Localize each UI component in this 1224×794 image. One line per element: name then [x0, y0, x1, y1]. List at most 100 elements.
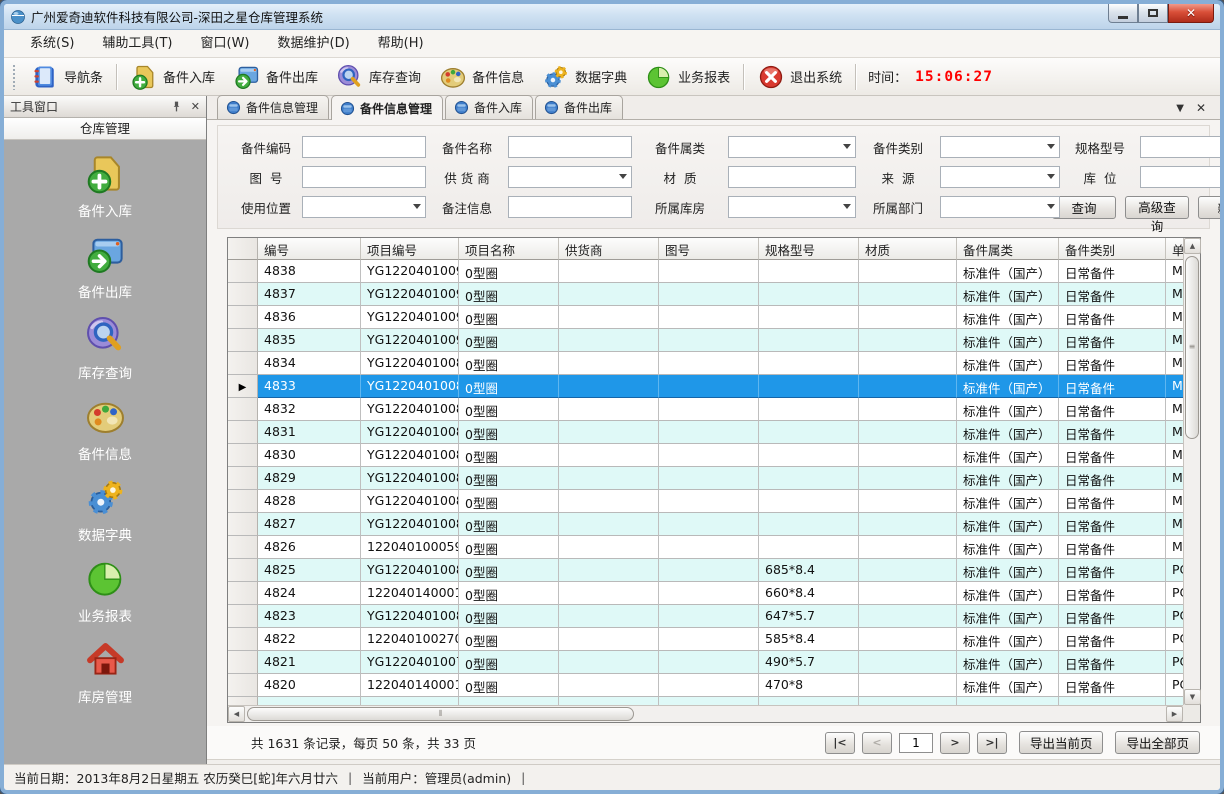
- table-cell[interactable]: [859, 605, 957, 628]
- sidebar-item[interactable]: 数据字典: [78, 476, 132, 544]
- sidebar-item[interactable]: 备件入库: [78, 152, 132, 220]
- table-cell[interactable]: 4832: [258, 398, 361, 421]
- table-row[interactable]: 482212204010027000型圈585*8.4标准件（国产）日常备件PC: [228, 628, 1183, 651]
- table-cell[interactable]: PC: [1166, 605, 1183, 628]
- table-cell[interactable]: 0型圈: [459, 398, 559, 421]
- maximize-button[interactable]: [1138, 4, 1168, 23]
- table-cell[interactable]: [559, 582, 659, 605]
- table-row[interactable]: 482412204014000120型圈660*8.4标准件（国产）日常备件PC: [228, 582, 1183, 605]
- table-cell[interactable]: M: [1166, 375, 1183, 398]
- table-cell[interactable]: [559, 628, 659, 651]
- table-cell[interactable]: 0型圈: [459, 536, 559, 559]
- table-cell[interactable]: 日常备件: [1059, 283, 1166, 306]
- table-cell[interactable]: [759, 513, 859, 536]
- table-cell[interactable]: 日常备件: [1059, 398, 1166, 421]
- row-selector[interactable]: [228, 283, 258, 306]
- column-header[interactable]: 备件类别: [1059, 238, 1166, 260]
- search-select[interactable]: [302, 196, 426, 218]
- table-cell[interactable]: 标准件（国产）: [957, 306, 1059, 329]
- horizontal-scrollbar[interactable]: ◀ ⦀ ▶: [228, 705, 1183, 722]
- tab[interactable]: 备件入库: [445, 95, 533, 119]
- table-cell[interactable]: [559, 352, 659, 375]
- table-cell[interactable]: YG12204010085: [361, 444, 459, 467]
- table-cell[interactable]: 标准件（国产）: [957, 605, 1059, 628]
- table-cell[interactable]: [659, 352, 759, 375]
- table-cell[interactable]: 0型圈: [459, 674, 559, 697]
- search-input[interactable]: [508, 196, 632, 218]
- table-cell[interactable]: YG12204010083: [361, 490, 459, 513]
- table-cell[interactable]: 日常备件: [1059, 375, 1166, 398]
- table-cell[interactable]: [759, 536, 859, 559]
- table-cell[interactable]: M: [1166, 467, 1183, 490]
- table-cell[interactable]: YG12204010084: [361, 467, 459, 490]
- table-cell[interactable]: YG12204010082: [361, 513, 459, 536]
- advanced-query-button[interactable]: 高级查询: [1125, 196, 1189, 219]
- table-cell[interactable]: 4834: [258, 352, 361, 375]
- tab[interactable]: 备件信息管理: [217, 95, 329, 119]
- table-cell[interactable]: YG12204010079: [361, 651, 459, 674]
- sidebar-close-icon[interactable]: ✕: [191, 100, 200, 113]
- table-row[interactable]: 4838YG122040100930型圈标准件（国产）日常备件M: [228, 260, 1183, 283]
- table-cell[interactable]: YG12204010086: [361, 421, 459, 444]
- table-cell[interactable]: [859, 306, 957, 329]
- table-cell[interactable]: 0型圈: [459, 628, 559, 651]
- row-selector[interactable]: [228, 306, 258, 329]
- table-cell[interactable]: 标准件（国产）: [957, 628, 1059, 651]
- row-selector[interactable]: [228, 490, 258, 513]
- table-cell[interactable]: 日常备件: [1059, 674, 1166, 697]
- toolbar-grip-icon[interactable]: [12, 64, 17, 90]
- table-cell[interactable]: [859, 329, 957, 352]
- table-cell[interactable]: 标准件（国产）: [957, 467, 1059, 490]
- table-cell[interactable]: 标准件（国产）: [957, 260, 1059, 283]
- table-cell[interactable]: [659, 375, 759, 398]
- table-cell[interactable]: 4829: [258, 467, 361, 490]
- table-cell[interactable]: [559, 605, 659, 628]
- table-cell[interactable]: 4822: [258, 628, 361, 651]
- table-cell[interactable]: [759, 329, 859, 352]
- table-row[interactable]: 4827YG122040100820型圈标准件（国产）日常备件M: [228, 513, 1183, 536]
- toolbar-button[interactable]: 库存查询: [327, 60, 430, 94]
- table-cell[interactable]: 日常备件: [1059, 306, 1166, 329]
- table-cell[interactable]: 日常备件: [1059, 651, 1166, 674]
- table-cell[interactable]: PC: [1166, 582, 1183, 605]
- table-cell[interactable]: 日常备件: [1059, 513, 1166, 536]
- table-cell[interactable]: PC: [1166, 674, 1183, 697]
- table-cell[interactable]: 0型圈: [459, 490, 559, 513]
- table-cell[interactable]: 标准件（国产）: [957, 559, 1059, 582]
- table-cell[interactable]: 标准件（国产）: [957, 490, 1059, 513]
- table-row[interactable]: 4830YG122040100850型圈标准件（国产）日常备件M: [228, 444, 1183, 467]
- table-cell[interactable]: 0型圈: [459, 605, 559, 628]
- row-selector[interactable]: [228, 421, 258, 444]
- table-cell[interactable]: YG12204010091: [361, 306, 459, 329]
- table-cell[interactable]: [559, 329, 659, 352]
- table-cell[interactable]: 660*8.4: [759, 582, 859, 605]
- table-cell[interactable]: 0型圈: [459, 513, 559, 536]
- table-cell[interactable]: [659, 398, 759, 421]
- sidebar-item[interactable]: 备件出库: [78, 233, 132, 301]
- tab[interactable]: 备件信息管理: [331, 95, 443, 120]
- prev-page-button[interactable]: <: [862, 732, 892, 754]
- table-cell[interactable]: 日常备件: [1059, 444, 1166, 467]
- table-cell[interactable]: 470*8: [759, 674, 859, 697]
- table-cell[interactable]: [659, 559, 759, 582]
- search-select[interactable]: [728, 136, 856, 158]
- table-cell[interactable]: 标准件（国产）: [957, 444, 1059, 467]
- table-cell[interactable]: 4823: [258, 605, 361, 628]
- search-select[interactable]: [940, 196, 1060, 218]
- table-cell[interactable]: PC: [1166, 651, 1183, 674]
- table-cell[interactable]: 日常备件: [1059, 536, 1166, 559]
- table-row[interactable]: 4837YG122040100920型圈标准件（国产）日常备件M: [228, 283, 1183, 306]
- tab-close-icon[interactable]: ✕: [1196, 101, 1206, 115]
- row-selector[interactable]: [228, 444, 258, 467]
- table-row[interactable]: 482612204010005990型圈标准件（国产）日常备件M: [228, 536, 1183, 559]
- horizontal-scroll-track[interactable]: ⦀: [245, 706, 1166, 722]
- table-cell[interactable]: 日常备件: [1059, 467, 1166, 490]
- row-selector[interactable]: [228, 536, 258, 559]
- table-cell[interactable]: [659, 490, 759, 513]
- table-cell[interactable]: 0型圈: [459, 444, 559, 467]
- table-cell[interactable]: [859, 444, 957, 467]
- table-cell[interactable]: PC: [1166, 628, 1183, 651]
- row-selector[interactable]: [228, 398, 258, 421]
- sidebar-item[interactable]: 库房管理: [78, 638, 132, 706]
- table-cell[interactable]: [659, 444, 759, 467]
